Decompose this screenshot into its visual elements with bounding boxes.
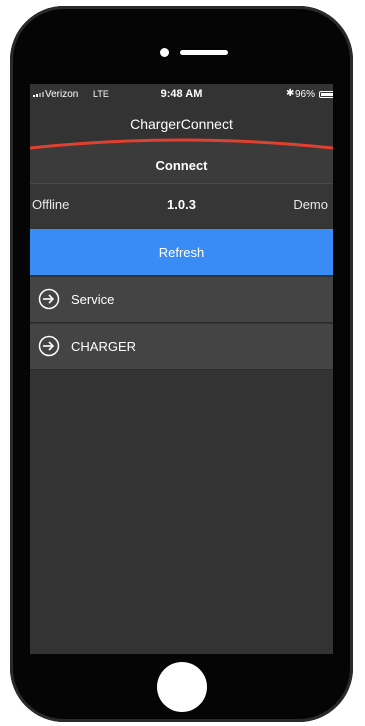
app-version: 1.0.3 xyxy=(167,197,196,212)
connection-info-row: Offline 1.0.3 Demo xyxy=(30,184,333,227)
battery-fill xyxy=(321,93,333,96)
enter-arrow-icon xyxy=(38,288,60,310)
status-bar: Verizon LTE 9:48 AM ✱ 96% xyxy=(30,84,333,104)
connect-title: Connect xyxy=(155,158,208,173)
battery-percent: 96% xyxy=(295,89,316,100)
list-item-service[interactable]: Service xyxy=(30,277,333,323)
mode-label: Demo xyxy=(293,197,328,212)
bluetooth-icon: ✱ xyxy=(286,88,295,99)
home-button[interactable] xyxy=(157,662,207,712)
battery-icon xyxy=(319,91,333,98)
app-title: ChargerConnect xyxy=(130,116,233,132)
enter-arrow-icon xyxy=(38,335,60,357)
earpiece-speaker xyxy=(180,50,228,55)
header-accent-arc xyxy=(30,138,333,150)
list-item-label: CHARGER xyxy=(71,339,137,354)
connect-header: Connect xyxy=(30,150,333,184)
refresh-button[interactable]: Refresh xyxy=(30,229,333,275)
phone-frame: Verizon LTE 9:48 AM ✱ 96% ChargerConnect… xyxy=(10,6,353,722)
list-item-label: Service xyxy=(71,292,115,307)
front-camera xyxy=(160,48,169,57)
list-item-charger[interactable]: CHARGER xyxy=(30,324,333,370)
app-screen: Verizon LTE 9:48 AM ✱ 96% ChargerConnect… xyxy=(30,84,333,654)
